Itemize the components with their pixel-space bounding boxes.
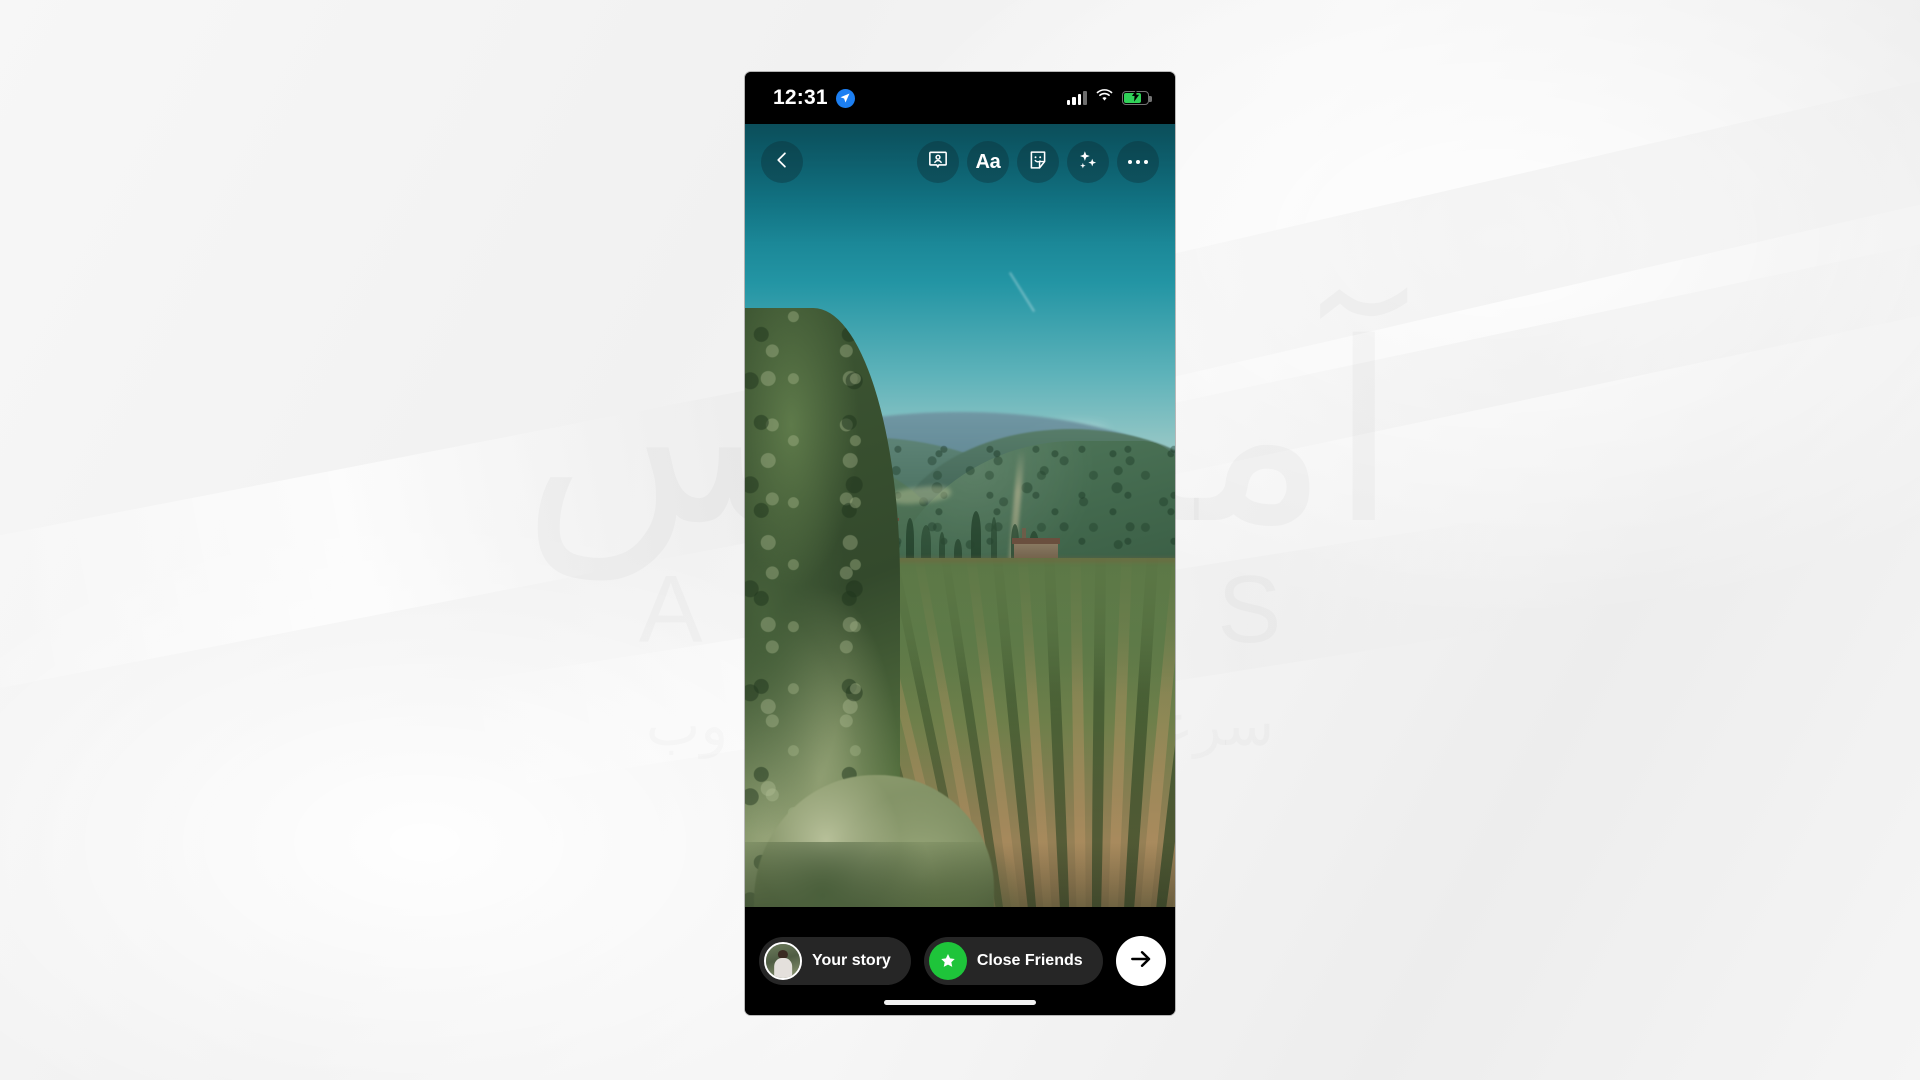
- status-time: 12:31: [773, 86, 828, 109]
- your-story-button[interactable]: Your story: [759, 937, 911, 985]
- text-tool-button[interactable]: Aa: [967, 141, 1009, 183]
- chevron-left-icon: [772, 150, 792, 175]
- story-canvas[interactable]: Aa: [745, 124, 1175, 959]
- ellipsis-icon: [1128, 159, 1148, 165]
- story-toolbar: Aa: [745, 138, 1175, 186]
- home-indicator[interactable]: [884, 1000, 1036, 1005]
- story-action-bar: Your story Close Friends: [745, 907, 1175, 1015]
- text-tool-icon: Aa: [975, 150, 1001, 173]
- more-options-button[interactable]: [1117, 141, 1159, 183]
- status-bar-left: 12:31: [773, 86, 855, 110]
- your-story-label: Your story: [812, 952, 891, 969]
- phone-frame: 12:31 Aa Your story Close Friends: [745, 72, 1175, 1015]
- back-button[interactable]: [761, 141, 803, 183]
- wifi-icon: [1096, 89, 1113, 107]
- arrow-right-icon: [1128, 946, 1154, 977]
- toolbar-actions: Aa: [917, 141, 1159, 183]
- location-arrow-icon: [835, 88, 855, 108]
- tag-people-icon: [927, 149, 949, 176]
- sticker-button[interactable]: [1017, 141, 1059, 183]
- close-friends-star-icon: [928, 942, 967, 980]
- sparkles-icon: [1077, 149, 1099, 176]
- close-friends-button[interactable]: Close Friends: [923, 937, 1103, 985]
- battery-charging-icon: [1122, 89, 1152, 105]
- cellular-signal-icon: [1066, 91, 1087, 105]
- story-photo: [745, 124, 1175, 959]
- avatar: [764, 942, 802, 980]
- send-button[interactable]: [1115, 936, 1166, 986]
- effects-button[interactable]: [1067, 141, 1109, 183]
- close-friends-label: Close Friends: [976, 952, 1083, 969]
- status-bar-right: [1066, 89, 1152, 107]
- tag-people-button[interactable]: [917, 141, 959, 183]
- photo-villa-chimney: [1022, 528, 1027, 539]
- status-bar: 12:31: [745, 72, 1175, 124]
- screenshot-root: آماسیس AMASIS سرعت معنای میزبانی وب 12:3…: [0, 0, 1920, 1080]
- sticker-icon: [1027, 149, 1049, 176]
